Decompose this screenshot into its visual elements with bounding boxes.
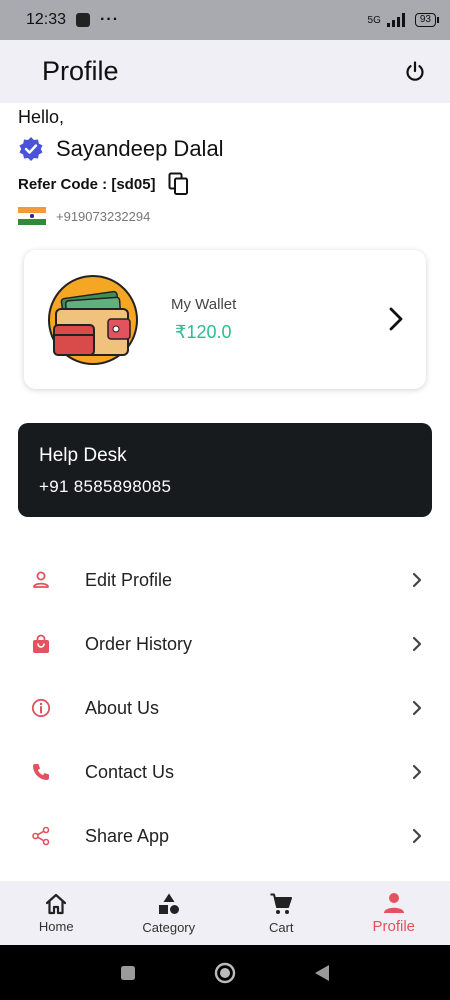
phone-number: +919073232294 xyxy=(56,208,151,224)
power-icon xyxy=(406,60,424,81)
nav-cart[interactable]: Cart xyxy=(225,881,338,945)
verified-badge-icon xyxy=(19,137,43,161)
help-desk-title: Help Desk xyxy=(39,445,127,466)
status-time: 12:33 xyxy=(26,11,67,28)
chevron-right-icon xyxy=(389,307,403,331)
menu-item-share-app[interactable]: Share App xyxy=(0,804,450,868)
nav-label: Cart xyxy=(268,919,294,935)
menu-item-edit-profile[interactable]: Edit Profile xyxy=(0,548,450,612)
wallet-card[interactable]: My Wallet ₹120.0 xyxy=(24,250,426,389)
app-bar: Profile xyxy=(0,40,450,103)
circle-icon xyxy=(214,962,236,983)
chevron-right-icon xyxy=(412,636,422,652)
india-flag-icon xyxy=(18,207,46,225)
category-icon xyxy=(158,893,179,914)
wallet-label: My Wallet xyxy=(171,296,237,313)
menu-item-contact-us[interactable]: Contact Us xyxy=(0,740,450,804)
wallet-balance: ₹120.0 xyxy=(175,322,232,342)
notification-icon xyxy=(76,13,91,27)
chevron-right-icon xyxy=(412,764,422,780)
back-button[interactable] xyxy=(314,964,330,982)
logout-button[interactable] xyxy=(400,57,430,87)
chevron-right-icon xyxy=(412,700,422,716)
shopping-bag-icon xyxy=(30,633,52,655)
user-name: Sayandeep Dalal xyxy=(56,136,224,161)
menu-item-about-us[interactable]: About Us xyxy=(0,676,450,740)
cart-icon xyxy=(270,893,293,914)
nav-label: Category xyxy=(142,919,196,935)
phone-icon xyxy=(30,761,52,783)
phone-row: +919073232294 xyxy=(18,207,150,225)
copy-icon xyxy=(168,172,188,195)
person-icon xyxy=(30,569,52,591)
more-notifications-icon: ··· xyxy=(100,11,120,28)
bottom-nav: Home Category Cart Profile xyxy=(0,881,450,945)
person-icon xyxy=(383,892,404,913)
menu-item-label: Edit Profile xyxy=(85,569,173,590)
profile-menu: Edit Profile Order History About Us Cont… xyxy=(0,548,450,868)
chevron-right-icon xyxy=(412,572,422,588)
menu-item-label: Contact Us xyxy=(85,761,175,782)
refer-code: Refer Code : [sd05] xyxy=(18,175,156,193)
refer-row: Refer Code : [sd05] xyxy=(18,172,190,196)
menu-item-label: About Us xyxy=(85,697,160,718)
home-icon xyxy=(46,893,67,914)
network-label: 5G xyxy=(367,14,381,26)
signal-icon xyxy=(386,13,405,27)
help-desk-phone: +91 8585898085 xyxy=(39,477,172,496)
menu-item-label: Order History xyxy=(85,633,193,654)
system-nav-bar xyxy=(0,945,450,1000)
home-system-button[interactable] xyxy=(214,962,236,984)
nav-profile[interactable]: Profile xyxy=(338,881,450,945)
recents-button[interactable] xyxy=(120,965,136,981)
status-bar: 12:33 ··· 5G 93 xyxy=(0,0,450,40)
battery-icon: 93 xyxy=(414,13,440,27)
info-icon xyxy=(30,697,52,719)
wallet-illustration-icon xyxy=(48,275,138,365)
share-icon xyxy=(30,825,52,847)
back-triangle-icon xyxy=(315,964,329,981)
page-title: Profile xyxy=(42,56,119,86)
chevron-right-icon xyxy=(412,828,422,844)
nav-category[interactable]: Category xyxy=(113,881,226,945)
greeting-text: Hello, xyxy=(18,107,65,127)
nav-label: Profile xyxy=(372,917,416,935)
recents-icon xyxy=(121,965,135,980)
copy-refer-code-button[interactable] xyxy=(168,172,190,196)
nav-home[interactable]: Home xyxy=(0,881,113,945)
help-desk-card[interactable]: Help Desk +91 8585898085 xyxy=(18,423,432,517)
status-left: 12:33 ··· xyxy=(26,11,119,29)
menu-item-order-history[interactable]: Order History xyxy=(0,612,450,676)
menu-item-label: Share App xyxy=(85,825,170,846)
nav-label: Home xyxy=(38,918,74,934)
user-row: Sayandeep Dalal xyxy=(18,136,224,162)
status-right: 5G 93 xyxy=(367,13,440,27)
